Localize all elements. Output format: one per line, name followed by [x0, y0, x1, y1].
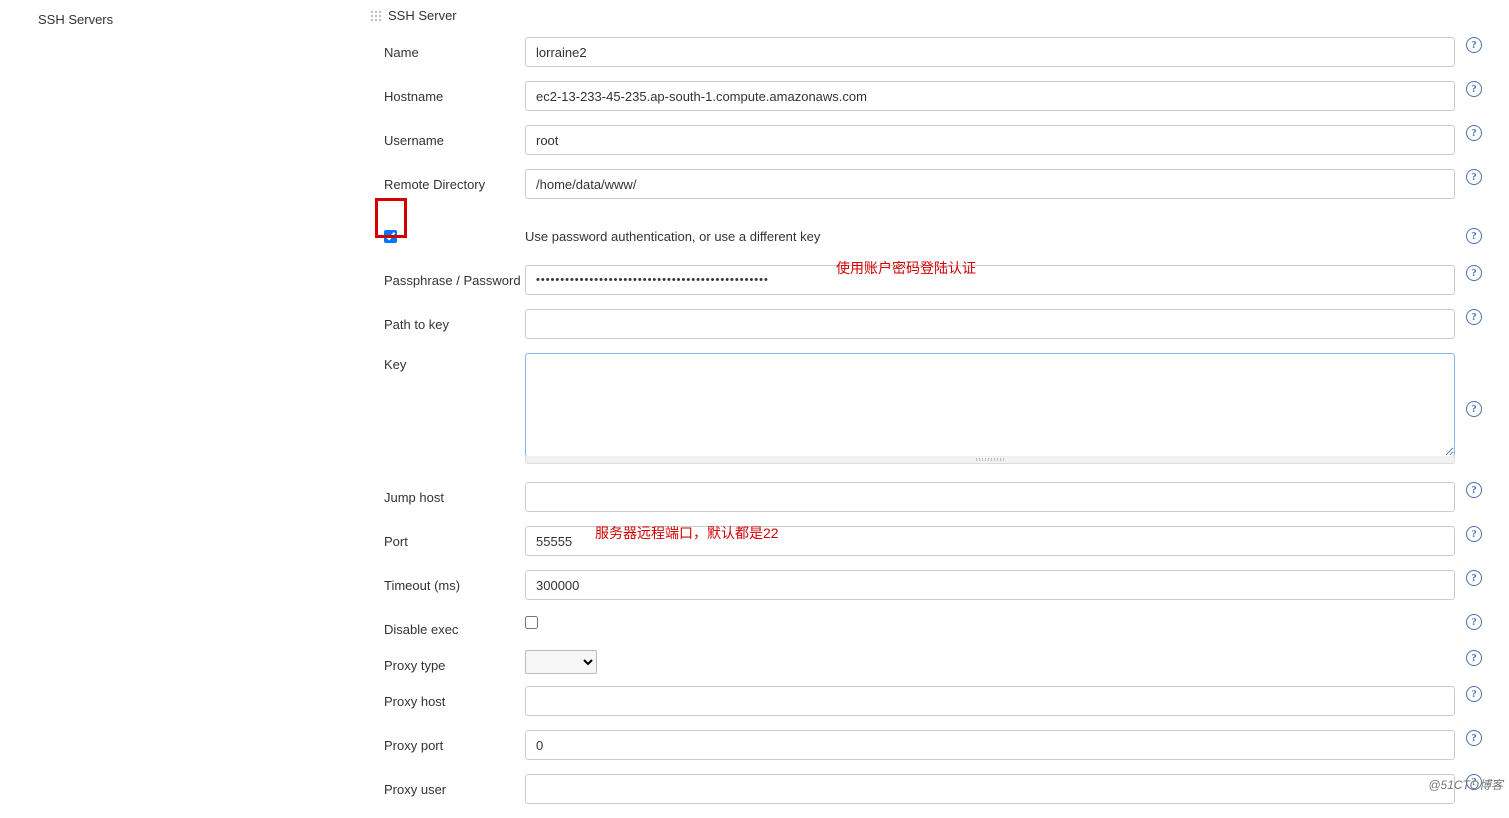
help-icon[interactable]: ? [1466, 401, 1482, 417]
section-title: SSH Server [388, 8, 457, 23]
proxy-port-label: Proxy port [370, 730, 525, 753]
jump-host-label: Jump host [370, 482, 525, 505]
help-icon[interactable]: ? [1466, 570, 1482, 586]
help-icon[interactable]: ? [1466, 309, 1482, 325]
proxy-type-select[interactable] [525, 650, 597, 674]
remote-dir-label: Remote Directory [370, 169, 525, 192]
key-label: Key [370, 353, 525, 464]
timeout-label: Timeout (ms) [370, 570, 525, 593]
key-textarea[interactable] [525, 353, 1455, 457]
username-input[interactable] [525, 125, 1455, 155]
path-to-key-label: Path to key [370, 309, 525, 332]
passphrase-input[interactable] [525, 265, 1455, 295]
passphrase-label: Passphrase / Password [370, 265, 525, 288]
watermark: @51CTO博客 [1428, 776, 1503, 793]
help-icon[interactable]: ? [1466, 730, 1482, 746]
help-icon[interactable]: ? [1466, 265, 1482, 281]
help-icon[interactable]: ? [1466, 81, 1482, 97]
path-to-key-input[interactable] [525, 309, 1455, 339]
disable-exec-label: Disable exec [370, 614, 525, 637]
proxy-port-input[interactable] [525, 730, 1455, 760]
name-input[interactable] [525, 37, 1455, 67]
port-input[interactable] [525, 526, 1455, 556]
help-icon[interactable]: ? [1466, 37, 1482, 53]
disable-exec-checkbox[interactable] [525, 616, 538, 629]
proxy-type-label: Proxy type [370, 650, 525, 673]
name-label: Name [370, 37, 525, 60]
hostname-label: Hostname [370, 81, 525, 104]
proxy-user-label: Proxy user [370, 774, 525, 797]
help-icon[interactable]: ? [1466, 614, 1482, 630]
timeout-input[interactable] [525, 570, 1455, 600]
ssh-server-header: SSH Server [370, 8, 1489, 23]
proxy-host-label: Proxy host [370, 686, 525, 709]
help-icon[interactable]: ? [1466, 650, 1482, 666]
proxy-user-input[interactable] [525, 774, 1455, 804]
textarea-resize-handle[interactable] [525, 456, 1455, 464]
help-icon[interactable]: ? [1466, 526, 1482, 542]
username-label: Username [370, 125, 525, 148]
hostname-input[interactable] [525, 81, 1455, 111]
use-password-checkbox[interactable] [384, 230, 397, 243]
help-icon[interactable]: ? [1466, 686, 1482, 702]
help-icon[interactable]: ? [1466, 482, 1482, 498]
help-icon[interactable]: ? [1466, 125, 1482, 141]
proxy-host-input[interactable] [525, 686, 1455, 716]
use-password-label: Use password authentication, or use a di… [525, 229, 1459, 244]
remote-dir-input[interactable] [525, 169, 1455, 199]
help-icon[interactable]: ? [1466, 228, 1482, 244]
drag-grip-icon[interactable] [370, 10, 382, 22]
port-label: Port [370, 526, 525, 549]
left-section-title: SSH Servers [38, 12, 113, 27]
help-icon[interactable]: ? [1466, 169, 1482, 185]
jump-host-input[interactable] [525, 482, 1455, 512]
